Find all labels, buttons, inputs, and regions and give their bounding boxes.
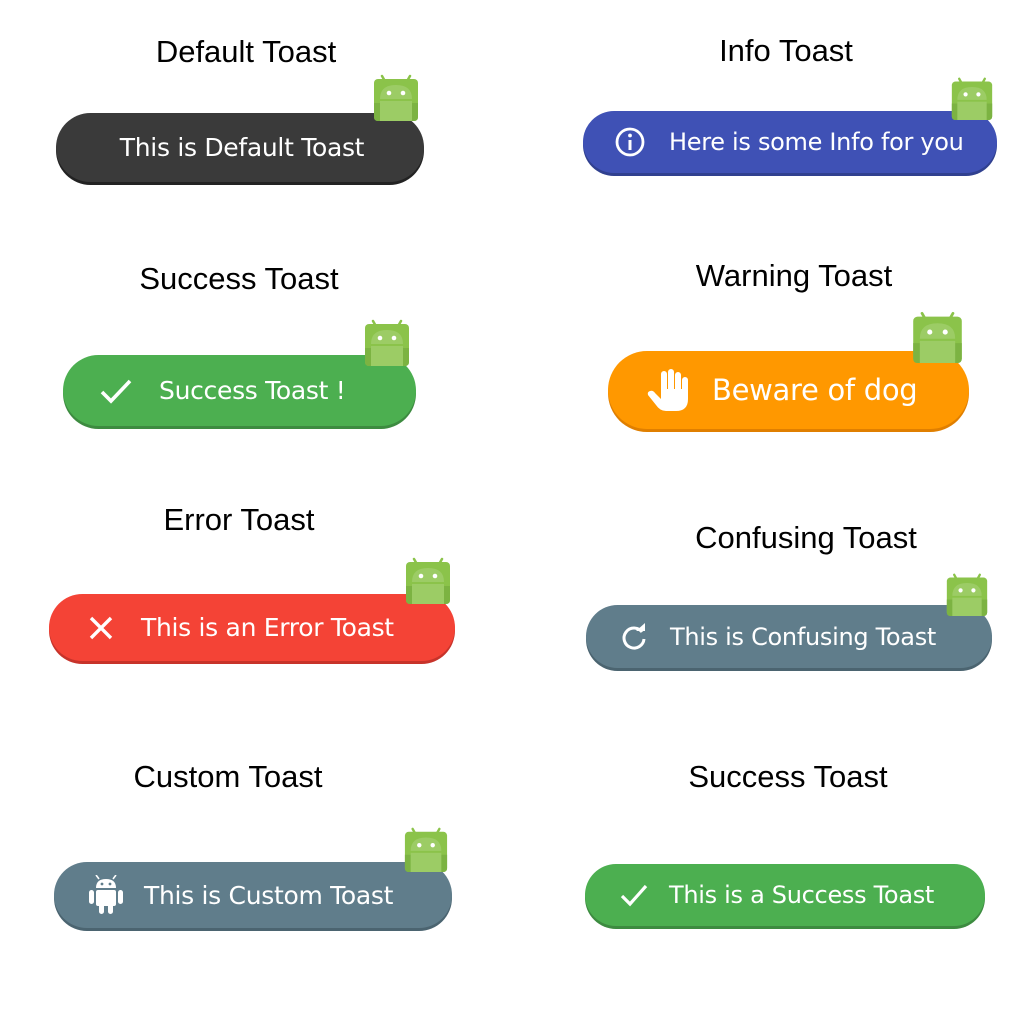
info-toast[interactable]: Here is some Info for you	[583, 111, 997, 173]
check-icon	[99, 376, 133, 406]
default-toast-message: This is Default Toast	[119, 133, 365, 162]
info-toast-message: Here is some Info for you	[669, 128, 964, 156]
android-badge-icon	[950, 76, 994, 120]
heading-custom-toast: Custom Toast	[133, 759, 323, 794]
info-icon	[613, 126, 647, 158]
android-badge-icon	[372, 73, 420, 121]
android-badge-icon	[403, 826, 449, 872]
heading-success-toast-2: Success Toast	[688, 759, 888, 794]
heading-confusing-toast: Confusing Toast	[695, 520, 917, 555]
default-toast[interactable]: This is Default Toast	[56, 113, 424, 182]
success-toast-2-message: This is a Success Toast	[669, 881, 935, 909]
hand-icon	[646, 367, 690, 413]
confusing-toast[interactable]: This is Confusing Toast	[586, 605, 992, 668]
heading-success-toast: Success Toast	[139, 261, 339, 296]
refresh-icon	[620, 622, 648, 651]
success-toast-message: Success Toast !	[159, 376, 346, 405]
error-toast[interactable]: This is an Error Toast	[49, 594, 455, 661]
custom-toast-message: This is Custom Toast	[144, 880, 394, 910]
heading-warning-toast: Warning Toast	[695, 258, 893, 293]
heading-info-toast: Info Toast	[719, 33, 853, 68]
android-badge-icon	[363, 318, 411, 366]
heading-error-toast: Error Toast	[163, 502, 315, 537]
android-badge-icon	[945, 572, 989, 616]
close-icon	[87, 615, 115, 641]
confusing-toast-message: This is Confusing Toast	[670, 622, 937, 651]
success-toast-2[interactable]: This is a Success Toast	[585, 864, 985, 926]
android-icon	[88, 875, 124, 915]
android-badge-icon	[911, 310, 964, 363]
custom-toast[interactable]: This is Custom Toast	[54, 862, 452, 928]
check-icon	[619, 882, 649, 908]
heading-default-toast: Default Toast	[155, 34, 337, 69]
android-badge-icon	[404, 556, 452, 604]
error-toast-message: This is an Error Toast	[141, 613, 394, 642]
warning-toast-message: Beware of dog	[712, 373, 918, 407]
